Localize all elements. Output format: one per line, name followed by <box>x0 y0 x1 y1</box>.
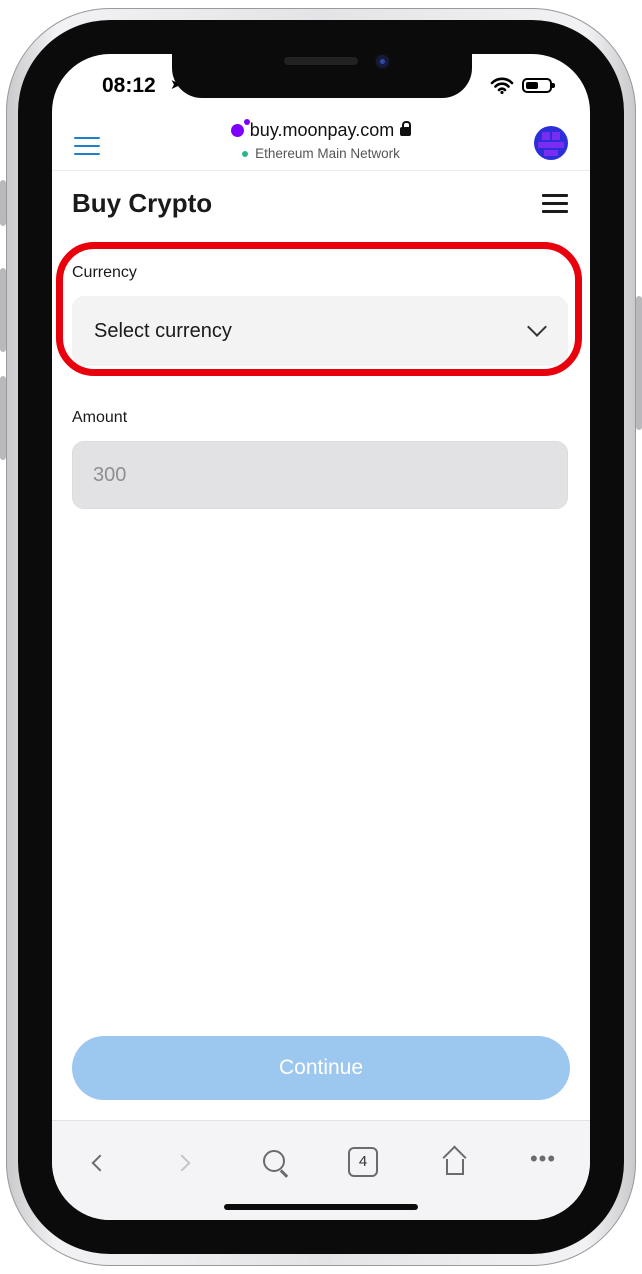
forward-icon[interactable] <box>174 1147 194 1177</box>
battery-icon <box>522 77 555 93</box>
speaker <box>284 57 358 65</box>
lock-icon <box>400 121 412 136</box>
browser-header: buy.moonpay.com Ethereum Main Network <box>52 112 590 171</box>
url-text: buy.moonpay.com <box>249 120 395 140</box>
page-title: Buy Crypto <box>72 188 213 218</box>
amount-input[interactable]: 300 <box>72 441 568 509</box>
more-icon[interactable]: ••• <box>528 1147 558 1177</box>
address-bar[interactable]: buy.moonpay.com <box>52 119 590 141</box>
back-icon[interactable] <box>88 1147 108 1177</box>
wifi-icon <box>490 77 514 94</box>
power-button <box>636 296 642 430</box>
network-name: Ethereum Main Network <box>255 146 400 161</box>
search-icon[interactable] <box>260 1147 290 1177</box>
tabs-button[interactable]: 4 <box>348 1147 378 1177</box>
home-icon[interactable] <box>440 1147 470 1177</box>
volume-down-button <box>0 376 6 460</box>
menu-icon[interactable] <box>542 194 568 218</box>
home-indicator <box>224 1204 418 1210</box>
screen: 08:12 ➤ buy.moonpay.com Ethereum Main Ne… <box>52 54 590 1220</box>
network-status-dot <box>242 151 249 157</box>
camera <box>376 55 389 68</box>
amount-value: 300 <box>93 464 127 486</box>
continue-button[interactable]: Continue <box>72 1036 570 1100</box>
moonpay-logo-icon <box>230 119 250 137</box>
status-time: 08:12 <box>102 74 156 97</box>
amount-label: Amount <box>72 409 128 426</box>
network-indicator[interactable]: Ethereum Main Network <box>52 146 590 161</box>
notch <box>172 54 472 98</box>
status-icons <box>490 76 555 94</box>
account-avatar[interactable] <box>534 126 568 160</box>
volume-up-button <box>0 268 6 352</box>
mute-switch <box>0 180 6 226</box>
highlight-annotation <box>56 242 582 376</box>
